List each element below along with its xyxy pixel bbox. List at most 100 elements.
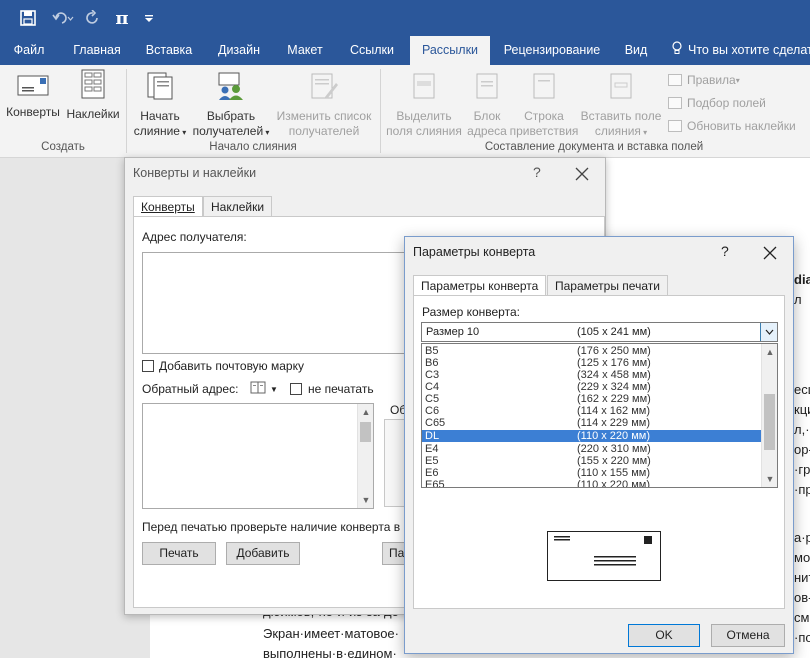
scroll-up-icon[interactable]: ▲ bbox=[762, 344, 777, 360]
start-merge-button[interactable]: Начать слияние ▾ bbox=[128, 71, 192, 140]
tab-references[interactable]: Ссылки bbox=[342, 36, 402, 65]
scroll-down-icon[interactable]: ▼ bbox=[358, 492, 374, 508]
add-stamp-checkbox[interactable] bbox=[142, 360, 154, 372]
list-item[interactable]: C6 (114 x 162 мм) bbox=[422, 405, 762, 417]
tell-me-search[interactable]: Что вы хотите сделать bbox=[672, 36, 810, 65]
close-icon[interactable] bbox=[575, 161, 589, 186]
address-block-icon bbox=[464, 71, 510, 105]
list-item-name: C5 bbox=[425, 393, 440, 405]
list-item[interactable]: C5 (162 x 229 мм) bbox=[422, 393, 762, 405]
return-address-scrollbar[interactable]: ▲ ▼ bbox=[357, 404, 373, 508]
document-fragment: см· bbox=[794, 610, 810, 625]
labels-label: Наклейки bbox=[66, 107, 120, 121]
list-item[interactable]: E6 (110 x 155 мм) bbox=[422, 467, 762, 479]
envelopes-button[interactable]: Конверты bbox=[4, 73, 62, 120]
save-icon[interactable] bbox=[16, 6, 40, 30]
edit-list-icon bbox=[272, 71, 376, 105]
tab-view[interactable]: Вид bbox=[618, 36, 654, 65]
list-item-selected[interactable]: DL (110 x 220 мм) bbox=[422, 430, 762, 442]
select-recipients-label-1: Выбрать bbox=[206, 109, 256, 123]
select-recipients-button[interactable]: Выбрать получателей ▾ bbox=[190, 71, 272, 140]
tab-home[interactable]: Главная bbox=[66, 36, 128, 65]
update-labels-icon bbox=[668, 120, 682, 132]
labels-icon bbox=[64, 69, 122, 103]
tab-printing-options[interactable]: Параметры печати bbox=[547, 275, 668, 296]
list-item-size: (324 x 458 мм) bbox=[577, 369, 651, 381]
list-item[interactable]: B6 (125 x 176 мм) bbox=[422, 357, 762, 369]
address-book-button[interactable]: ▼ bbox=[250, 381, 278, 397]
chevron-down-icon[interactable] bbox=[760, 323, 777, 341]
tab-layout[interactable]: Макет bbox=[280, 36, 330, 65]
tab-envelope-options[interactable]: Параметры конверта bbox=[413, 275, 547, 297]
envelope-size-select[interactable]: Размер 10 (105 x 241 мм) bbox=[421, 322, 778, 342]
tab-review[interactable]: Рецензирование bbox=[500, 36, 604, 65]
document-fragment: ов- bbox=[794, 590, 810, 605]
customize-qat-icon[interactable] bbox=[142, 6, 156, 30]
recipients-icon bbox=[190, 71, 272, 105]
ribbon-tabs: Файл Главная Вставка Дизайн Макет Ссылки… bbox=[0, 36, 810, 65]
document-fragment: кци bbox=[794, 402, 810, 417]
omit-checkbox[interactable] bbox=[290, 383, 302, 395]
envelope-size-list[interactable]: B5 (176 x 250 мм) B6 (125 x 176 мм) C3 (324… bbox=[421, 343, 778, 488]
tab-insert[interactable]: Вставка bbox=[140, 36, 198, 65]
scroll-thumb[interactable] bbox=[360, 422, 371, 442]
list-item[interactable]: C3 (324 x 458 мм) bbox=[422, 369, 762, 381]
list-item[interactable]: E5 (155 x 220 мм) bbox=[422, 455, 762, 467]
list-item-name: B5 bbox=[425, 345, 439, 357]
cancel-button[interactable]: Отмена bbox=[711, 624, 785, 647]
list-item-name: B6 bbox=[425, 357, 439, 369]
tab-design[interactable]: Дизайн bbox=[210, 36, 268, 65]
list-item[interactable]: B5 (176 x 250 мм) bbox=[422, 345, 762, 357]
ok-button[interactable]: OK bbox=[628, 624, 700, 647]
size-list-scrollbar[interactable]: ▲ ▼ bbox=[761, 344, 777, 487]
list-item[interactable]: C65 (114 x 229 мм) bbox=[422, 417, 762, 429]
recipient-address-input[interactable] bbox=[142, 252, 412, 354]
update-labels-button[interactable]: Обновить наклейки bbox=[668, 119, 796, 133]
list-item-name: DL bbox=[425, 430, 440, 442]
highlight-fields-label-1: Выделить bbox=[396, 109, 452, 123]
document-line: выполнены·в·едином· bbox=[263, 646, 397, 658]
undo-icon[interactable] bbox=[48, 6, 78, 30]
start-merge-label-2: слияние bbox=[133, 124, 180, 138]
greeting-line-button[interactable]: Строка приветствия bbox=[506, 71, 582, 139]
labels-button[interactable]: Наклейки bbox=[64, 69, 122, 122]
document-fragment: ор-· bbox=[794, 442, 810, 457]
document-fragment: л bbox=[794, 292, 802, 307]
tab-envelopes[interactable]: Конверты bbox=[133, 196, 203, 218]
print-button[interactable]: Печать bbox=[142, 542, 216, 565]
edit-recipients-label-1: Изменить список bbox=[276, 109, 372, 123]
edit-recipients-label-2: получателей bbox=[288, 124, 360, 138]
rules-button[interactable]: Правила ▾ bbox=[668, 73, 740, 87]
scroll-up-icon[interactable]: ▲ bbox=[358, 404, 374, 420]
highlight-fields-button[interactable]: Выделить поля слияния bbox=[382, 71, 466, 139]
add-to-document-button[interactable]: Добавить bbox=[226, 542, 300, 565]
redo-icon[interactable] bbox=[82, 6, 104, 30]
tab-labels[interactable]: Наклейки bbox=[203, 196, 273, 217]
document-fragment: ·по bbox=[794, 630, 810, 645]
match-fields-button[interactable]: Подбор полей bbox=[668, 96, 766, 110]
group-separator bbox=[380, 69, 381, 153]
envelope-preview bbox=[547, 531, 661, 581]
envelope-options-panel: Размер конверта: Размер 10 (105 x 241 мм… bbox=[413, 295, 785, 609]
list-item[interactable]: C4 (229 x 324 мм) bbox=[422, 381, 762, 393]
list-item[interactable]: E4 (220 x 310 мм) bbox=[422, 443, 762, 455]
edit-recipients-button[interactable]: Изменить список получателей bbox=[272, 71, 376, 139]
tab-mailings[interactable]: Рассылки bbox=[410, 36, 490, 65]
list-item[interactable]: E65 (110 x 220 мм) bbox=[422, 479, 762, 488]
list-item-name: C6 bbox=[425, 405, 440, 417]
tab-file[interactable]: Файл bbox=[6, 36, 52, 65]
title-bar: π bbox=[0, 0, 810, 36]
help-button[interactable]: ? bbox=[533, 164, 541, 180]
document-fragment: ниту bbox=[794, 570, 810, 585]
group-start-merge-label: Начало слияния bbox=[209, 141, 297, 153]
address-block-label-1: Блок bbox=[473, 109, 501, 123]
scroll-thumb[interactable] bbox=[764, 394, 775, 450]
return-address-input[interactable]: ▲ ▼ bbox=[142, 403, 374, 509]
list-item-name: E65 bbox=[425, 479, 445, 488]
address-block-button[interactable]: Блок адреса bbox=[464, 71, 510, 139]
insert-merge-field-button[interactable]: Вставить поле слияния ▾ bbox=[578, 71, 664, 140]
help-button[interactable]: ? bbox=[721, 243, 729, 259]
scroll-down-icon[interactable]: ▼ bbox=[762, 471, 777, 487]
close-icon[interactable] bbox=[763, 240, 777, 265]
equation-icon[interactable]: π bbox=[110, 6, 134, 30]
